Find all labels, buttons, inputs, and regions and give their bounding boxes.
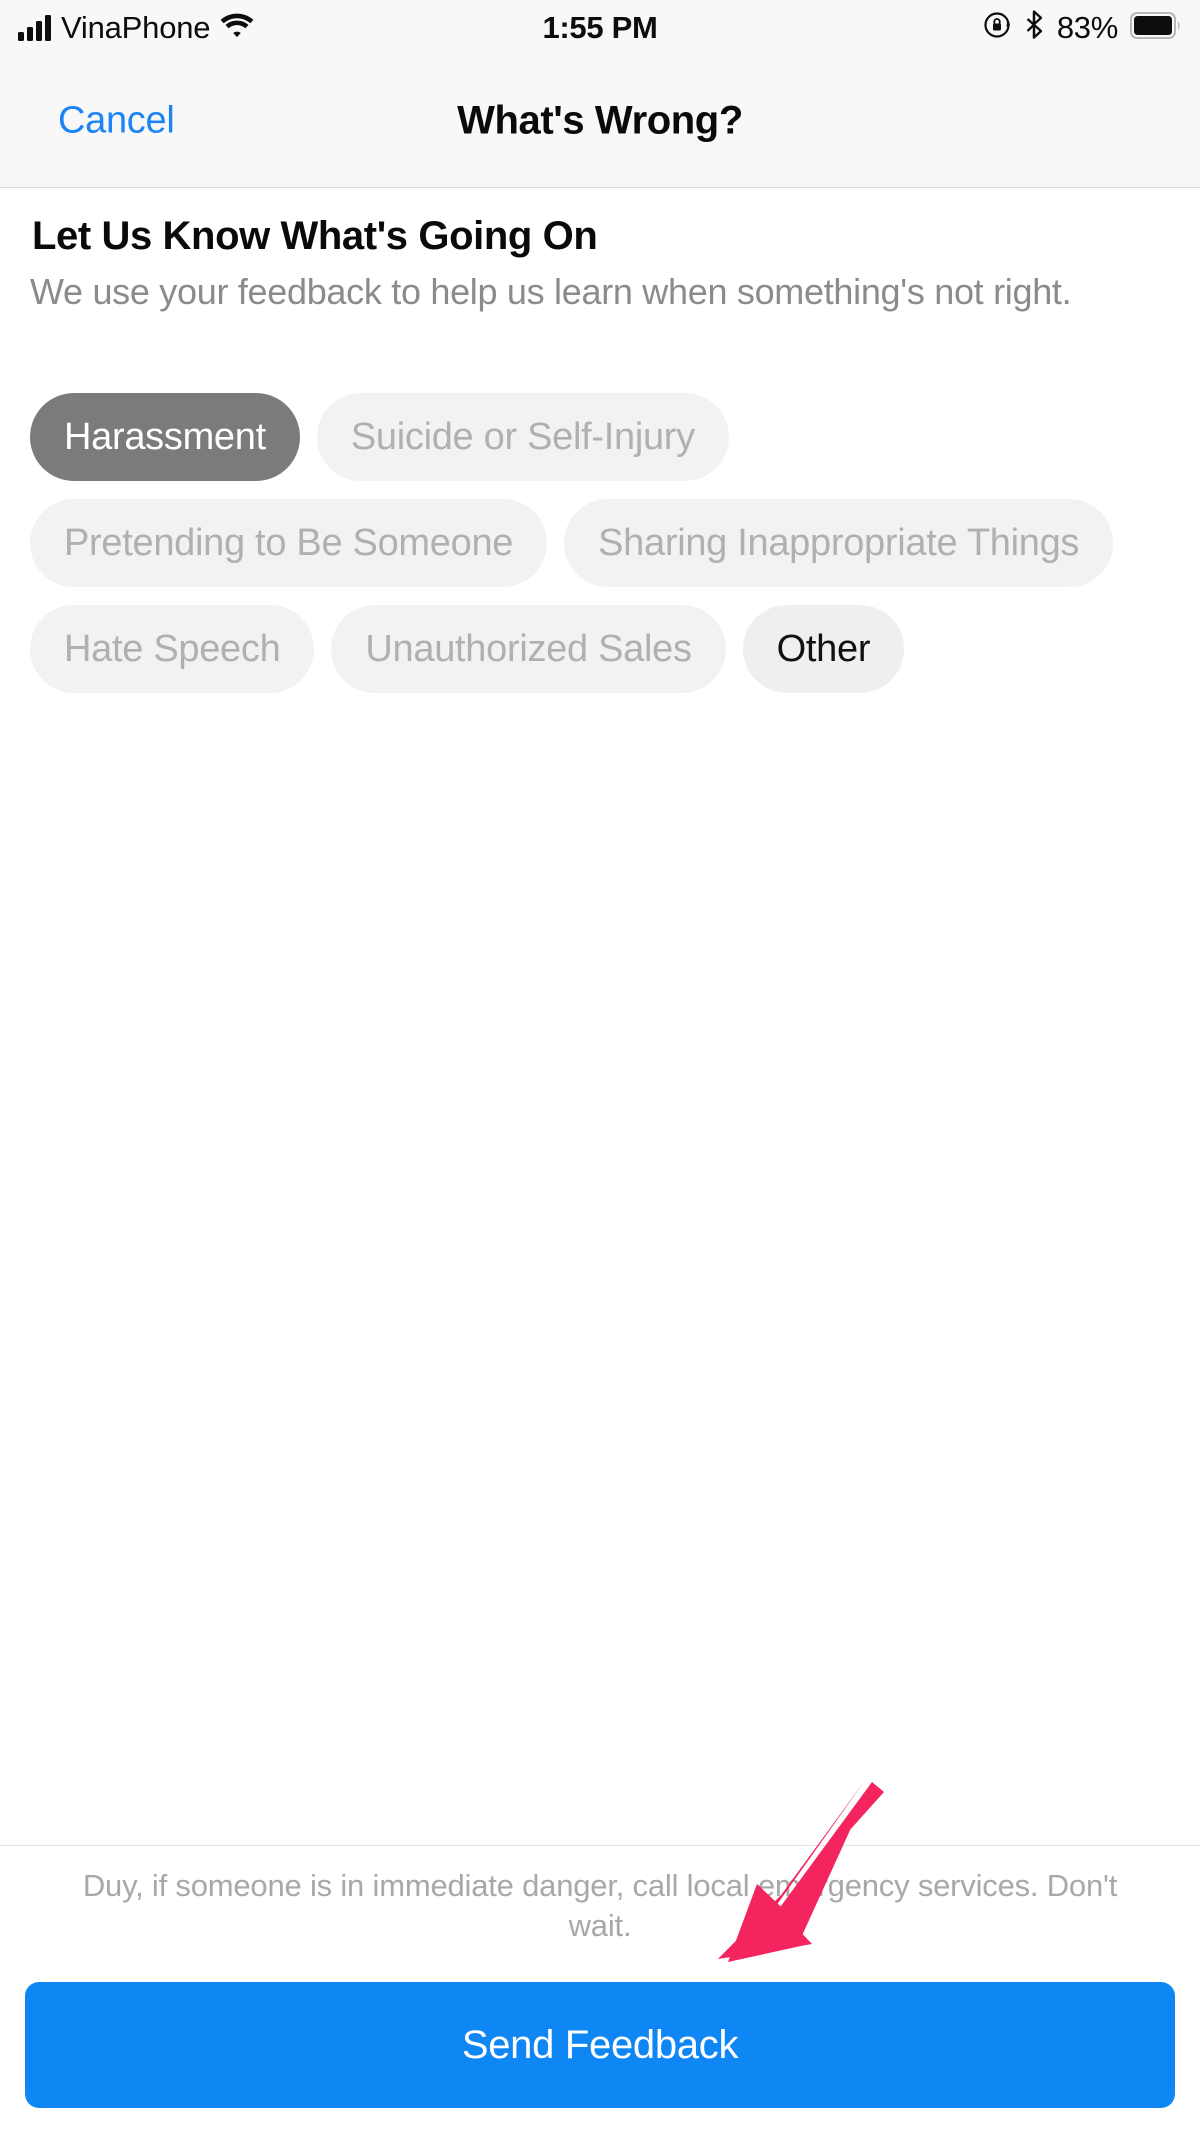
section-title: Let Us Know What's Going On <box>32 214 598 258</box>
main-content: Let Us Know What's Going On We use your … <box>0 188 1200 1845</box>
footer-note-container: Duy, if someone is in immediate danger, … <box>0 1845 1200 1960</box>
reason-chip[interactable]: Hate Speech <box>30 605 315 693</box>
emergency-note: Duy, if someone is in immediate danger, … <box>82 1868 1118 1944</box>
navigation-bar: Cancel What's Wrong? <box>0 55 1200 188</box>
status-bar: VinaPhone 1:55 PM 83% <box>0 0 1200 55</box>
reason-chip[interactable]: Suicide or Self-Injury <box>316 393 729 481</box>
battery-icon <box>1130 11 1182 44</box>
reason-chip[interactable]: Sharing Inappropriate Things <box>564 499 1114 587</box>
page-title: What's Wrong? <box>457 98 743 143</box>
send-feedback-button[interactable]: Send Feedback <box>25 1982 1175 2108</box>
reason-chip[interactable]: Harassment <box>30 393 300 481</box>
rotation-lock-icon <box>983 10 1013 45</box>
phone-screen: VinaPhone 1:55 PM 83% Cancel What's Wron… <box>0 0 1200 2133</box>
bluetooth-icon <box>1025 10 1045 45</box>
reason-chip-group: Harassment Suicide or Self-Injury Pretendi… <box>30 393 1170 693</box>
section-subtitle: We use your feedback to help us learn wh… <box>30 271 1072 312</box>
status-bar-right: 83% <box>983 0 1182 55</box>
clock-label: 1:55 PM <box>542 9 658 45</box>
reason-chip[interactable]: Pretending to Be Someone <box>30 499 548 587</box>
reason-chip[interactable]: Unauthorized Sales <box>331 605 726 693</box>
reason-chip[interactable]: Other <box>742 605 905 693</box>
battery-percent-label: 83% <box>1056 9 1118 45</box>
